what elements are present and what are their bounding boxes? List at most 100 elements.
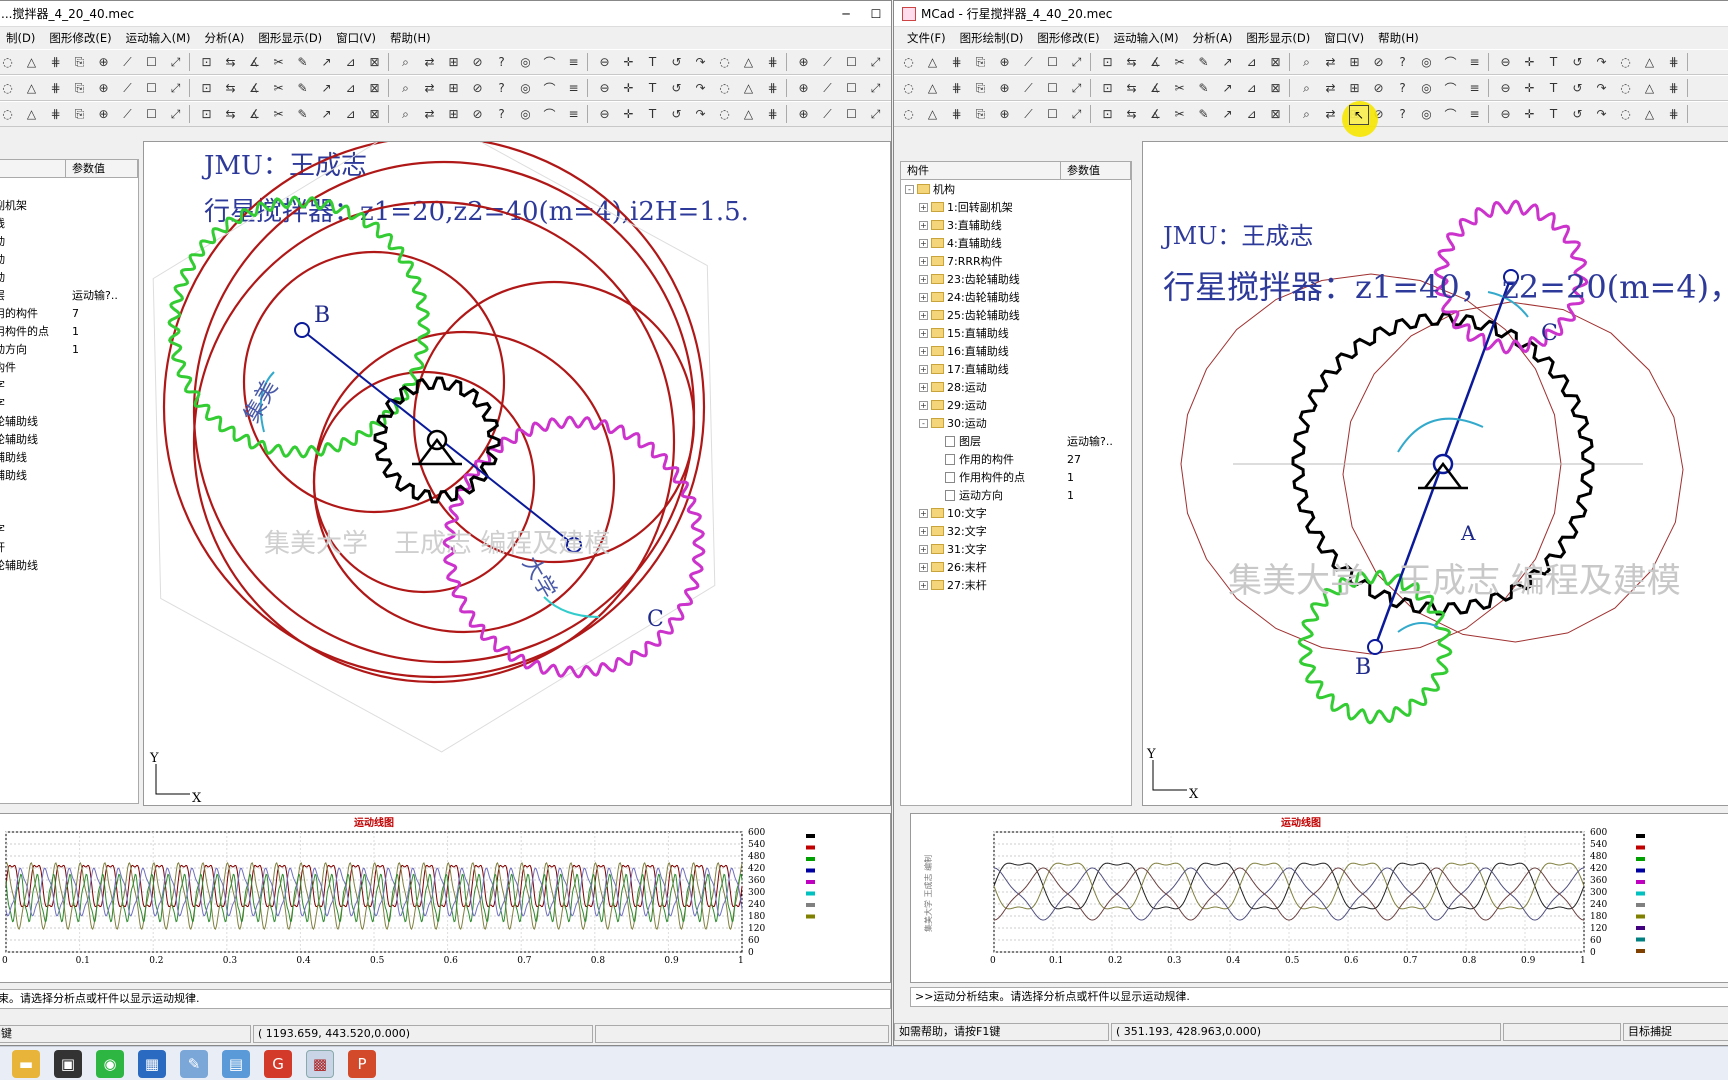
- right-tb1-tool-24-icon[interactable]: ⌒: [1440, 52, 1461, 73]
- right-tb2-tool-23-icon[interactable]: ◎: [1416, 78, 1437, 99]
- right-tb1-tool-12-icon[interactable]: ✂: [1169, 52, 1190, 73]
- left-tb2-tool-37-icon[interactable]: ⟋: [817, 78, 838, 99]
- left-tb1-tool-11-icon[interactable]: ∡: [244, 52, 265, 73]
- left-tb3-tool-20-icon[interactable]: ⊞: [443, 104, 464, 125]
- right-tb3-tool-23-icon[interactable]: ◎: [1416, 104, 1437, 125]
- right-tb1-tool-23-icon[interactable]: ◎: [1416, 52, 1437, 73]
- right-tb2-tool-13-icon[interactable]: ✎: [1193, 78, 1214, 99]
- left-tb2-tool-15-icon[interactable]: ⊿: [340, 78, 361, 99]
- left-tree-row[interactable]: 字: [0, 520, 138, 538]
- left-tb3-tool-6-icon[interactable]: ☐: [141, 104, 162, 125]
- left-tb2-tool-33-icon[interactable]: △: [738, 78, 759, 99]
- left-tb2-tool-39-icon[interactable]: ⤢: [865, 78, 886, 99]
- left-tb1-tool-19-icon[interactable]: ⇄: [419, 52, 440, 73]
- left-tb2-tool-18-icon[interactable]: ⌕: [395, 78, 416, 99]
- left-tb3-tool-18-icon[interactable]: ⌕: [395, 104, 416, 125]
- right-tb1-tool-14-icon[interactable]: ↗: [1217, 52, 1238, 73]
- right-tree-row[interactable]: 作用的构件 27: [901, 450, 1131, 468]
- left-menu-2[interactable]: 运动输入(M): [119, 30, 198, 46]
- left-tb2-tool-21-icon[interactable]: ⊘: [467, 78, 488, 99]
- right-tb1-tool-28-icon[interactable]: ✛: [1519, 52, 1540, 73]
- left-tb3-tool-12-icon[interactable]: ✂: [268, 104, 289, 125]
- left-tb1-tool-20-icon[interactable]: ⊞: [443, 52, 464, 73]
- right-tb2-tool-16-icon[interactable]: ⊠: [1265, 78, 1286, 99]
- right-menu-2[interactable]: 图形修改(E): [1030, 30, 1106, 46]
- left-tb3-tool-22-icon[interactable]: ?: [491, 104, 512, 125]
- left-tb1-tool-3-icon[interactable]: ⎘: [69, 52, 90, 73]
- right-tb2-tool-4-icon[interactable]: ⊕: [994, 78, 1015, 99]
- left-tb3-tool-2-icon[interactable]: ⋕: [45, 104, 66, 125]
- right-tb2-tool-30-icon[interactable]: ↺: [1567, 78, 1588, 99]
- left-tb3-tool-37-icon[interactable]: ⟋: [817, 104, 838, 125]
- left-tree-row[interactable]: 动方向 1: [0, 340, 138, 358]
- left-tb2-tool-32-icon[interactable]: ◌: [714, 78, 735, 99]
- right-status-snap[interactable]: 目标捕捉: [1623, 1023, 1728, 1041]
- right-tb1-tool-10-icon[interactable]: ⇆: [1121, 52, 1142, 73]
- right-tb3-tool-28-icon[interactable]: ✛: [1519, 104, 1540, 125]
- left-tb1-tool-12-icon[interactable]: ✂: [268, 52, 289, 73]
- right-tb1-tool-21-icon[interactable]: ⊘: [1368, 52, 1389, 73]
- right-tb3-tool-12-icon[interactable]: ✂: [1169, 104, 1190, 125]
- left-menu-4[interactable]: 图形显示(D): [251, 30, 329, 46]
- right-tb2-tool-32-icon[interactable]: ◌: [1615, 78, 1636, 99]
- expand-toggle-icon[interactable]: +: [919, 274, 928, 284]
- right-tb3-tool-31-icon[interactable]: ↷: [1591, 104, 1612, 125]
- right-tb3-tool-25-icon[interactable]: ≡: [1464, 104, 1485, 125]
- right-menu-7[interactable]: 帮助(H): [1371, 30, 1426, 46]
- left-tree-row[interactable]: 层 运动输?..: [0, 286, 138, 304]
- left-tb3-tool-16-icon[interactable]: ⊠: [364, 104, 385, 125]
- right-tb1-tool-5-icon[interactable]: ⟋: [1018, 52, 1039, 73]
- left-tree-row[interactable]: 轮辅助线: [0, 412, 138, 430]
- expand-toggle-icon[interactable]: +: [919, 328, 928, 338]
- left-tb2-tool-19-icon[interactable]: ⇄: [419, 78, 440, 99]
- right-tb1-tool-1-icon[interactable]: △: [922, 52, 943, 73]
- right-tree-row[interactable]: +7:RRR构件: [901, 252, 1131, 270]
- expand-toggle-icon[interactable]: +: [919, 364, 928, 374]
- expand-toggle-icon[interactable]: +: [919, 562, 928, 572]
- left-tb2-tool-5-icon[interactable]: ⟋: [117, 78, 138, 99]
- right-tb3-tool-13-icon[interactable]: ✎: [1193, 104, 1214, 125]
- expand-toggle-icon[interactable]: +: [919, 256, 928, 266]
- right-tree-row[interactable]: +31:文字: [901, 540, 1131, 558]
- left-tree-row[interactable]: 辅助线: [0, 448, 138, 466]
- right-tree-row[interactable]: +16:直辅助线: [901, 342, 1131, 360]
- left-tb1-tool-33-icon[interactable]: △: [738, 52, 759, 73]
- left-tb3-tool-13-icon[interactable]: ✎: [292, 104, 313, 125]
- left-tb1-tool-7-icon[interactable]: ⤢: [165, 52, 186, 73]
- left-tb3-tool-39-icon[interactable]: ⤢: [865, 104, 886, 125]
- left-tb3-tool-33-icon[interactable]: △: [738, 104, 759, 125]
- left-tree-row[interactable]: [0, 484, 138, 502]
- left-tb1-tool-29-icon[interactable]: T: [642, 52, 663, 73]
- right-tb1-tool-25-icon[interactable]: ≡: [1464, 52, 1485, 73]
- right-tb3-tool-32-icon[interactable]: ◌: [1615, 104, 1636, 125]
- right-tb1-tool-11-icon[interactable]: ∡: [1145, 52, 1166, 73]
- right-tb3-tool-0-icon[interactable]: ◌: [898, 104, 919, 125]
- expand-toggle-icon[interactable]: +: [919, 400, 928, 410]
- right-tb2-tool-31-icon[interactable]: ↷: [1591, 78, 1612, 99]
- right-tb2-tool-24-icon[interactable]: ⌒: [1440, 78, 1461, 99]
- left-tree-row[interactable]: 构件: [0, 358, 138, 376]
- left-tb1-tool-10-icon[interactable]: ⇆: [220, 52, 241, 73]
- right-tb3-tool-34-icon[interactable]: ⋕: [1663, 104, 1684, 125]
- right-tree-row[interactable]: +10:文字: [901, 504, 1131, 522]
- right-tree-row[interactable]: - 30:运动: [901, 414, 1131, 432]
- left-tb2-tool-25-icon[interactable]: ≡: [563, 78, 584, 99]
- left-tb3-tool-15-icon[interactable]: ⊿: [340, 104, 361, 125]
- left-tb2-tool-4-icon[interactable]: ⊕: [93, 78, 114, 99]
- left-tb2-tool-6-icon[interactable]: ☐: [141, 78, 162, 99]
- left-tb1-tool-32-icon[interactable]: ◌: [714, 52, 735, 73]
- expand-toggle-icon[interactable]: -: [919, 418, 928, 428]
- left-tree-row[interactable]: 轮辅助线: [0, 556, 138, 574]
- wechat-icon[interactable]: ◉: [96, 1049, 124, 1078]
- right-tb1-tool-27-icon[interactable]: ⊖: [1495, 52, 1516, 73]
- right-tree-row[interactable]: +3:直辅助线: [901, 216, 1131, 234]
- left-tb1-tool-14-icon[interactable]: ↗: [316, 52, 337, 73]
- right-tb2-tool-34-icon[interactable]: ⋕: [1663, 78, 1684, 99]
- right-tb3-tool-4-icon[interactable]: ⊕: [994, 104, 1015, 125]
- right-tb3-tool-10-icon[interactable]: ⇆: [1121, 104, 1142, 125]
- right-tb1-tool-7-icon[interactable]: ⤢: [1066, 52, 1087, 73]
- right-tree-row[interactable]: +4:直辅助线: [901, 234, 1131, 252]
- left-tree-row[interactable]: 动: [0, 232, 138, 250]
- right-tb1-tool-30-icon[interactable]: ↺: [1567, 52, 1588, 73]
- right-tb1-tool-29-icon[interactable]: T: [1543, 52, 1564, 73]
